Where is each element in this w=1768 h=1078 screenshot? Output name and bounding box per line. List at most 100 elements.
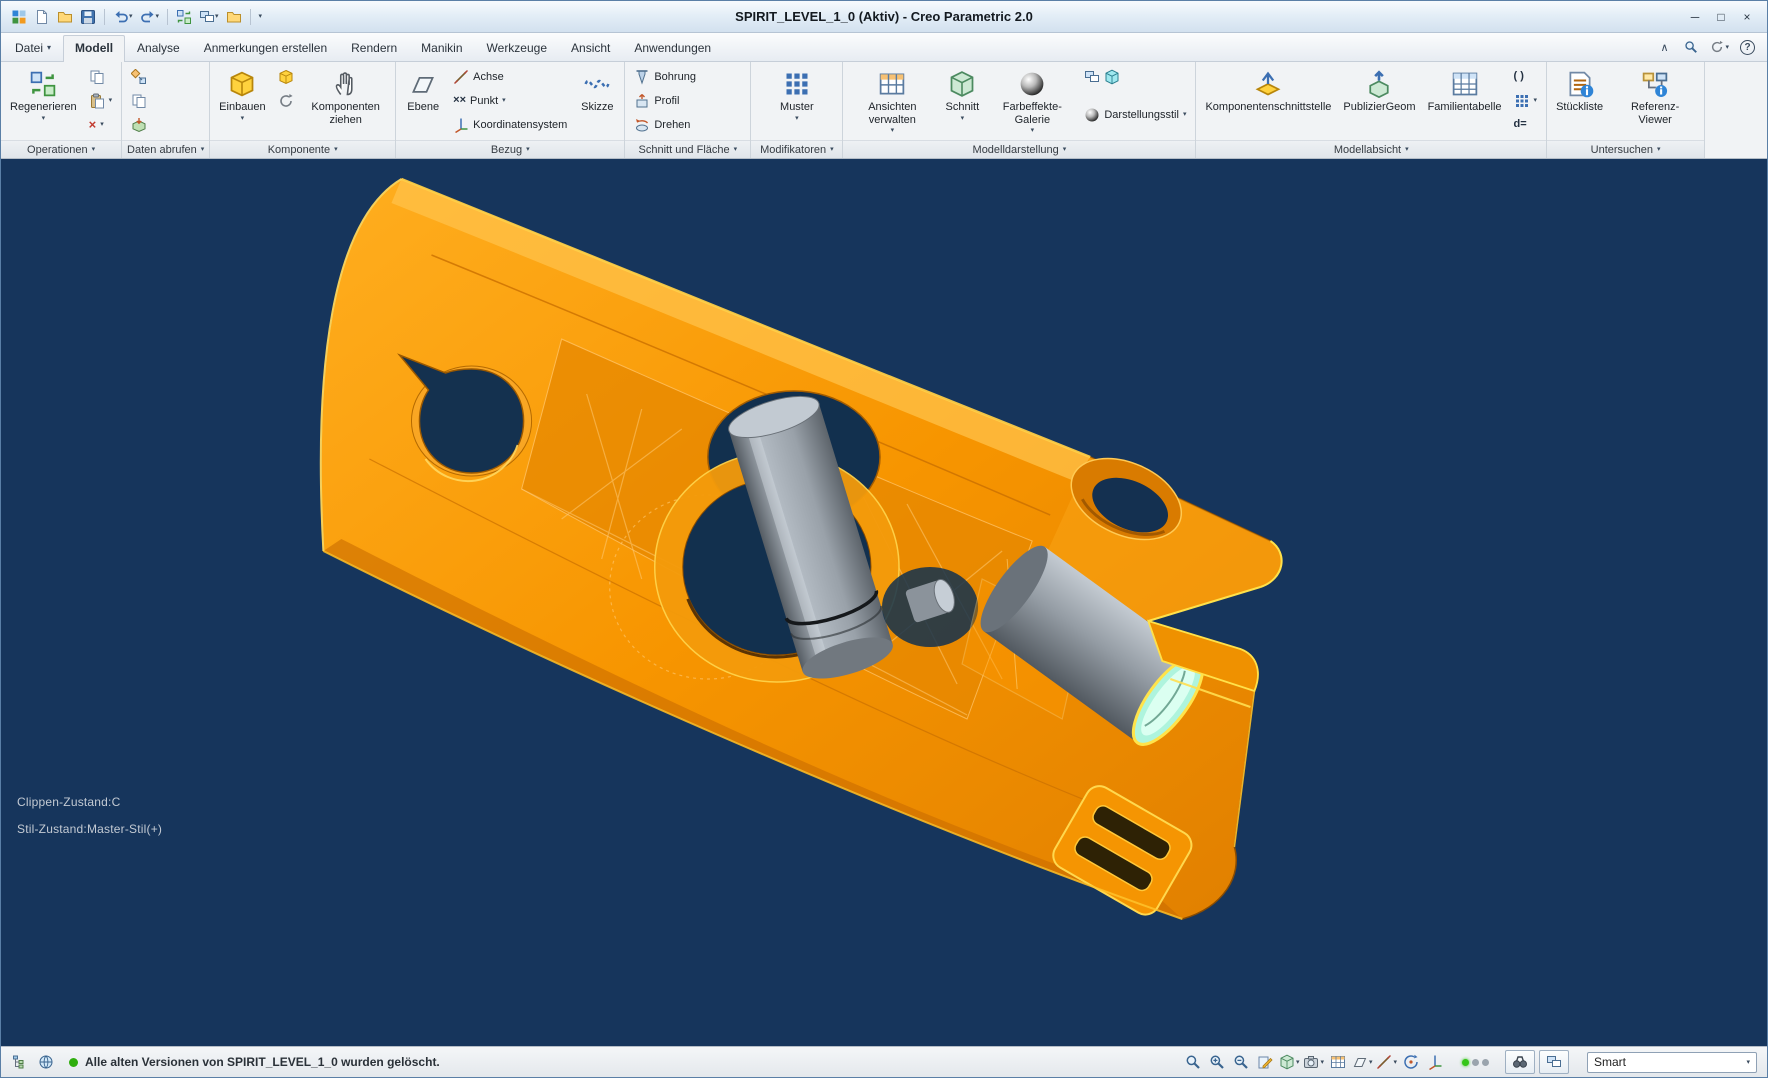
app-window: ▾ ▾ ▾ ▾ SPIRIT_LEVEL_1_0 (Aktiv) - Creo … xyxy=(0,0,1768,1078)
browser-toggle-button[interactable] xyxy=(35,1051,57,1073)
close-button[interactable]: × xyxy=(1735,7,1759,27)
dropdown-arrow-icon: ▾ xyxy=(1393,1058,1397,1066)
saved-orientations-button[interactable]: ▾ xyxy=(1302,1051,1325,1073)
undo-button[interactable]: ▾ xyxy=(111,7,135,27)
tab-analyse[interactable]: Analyse xyxy=(125,35,192,61)
publiziergeom-button[interactable]: PublizierGeom xyxy=(1338,65,1420,116)
relationen-button[interactable]: d= xyxy=(1509,113,1532,136)
group-footer-komponente[interactable]: Komponente ▾ xyxy=(210,140,396,158)
navigator-toggle-button[interactable] xyxy=(9,1051,31,1073)
achse-button[interactable]: Achse xyxy=(448,65,509,88)
bohrung-button[interactable]: Bohrung xyxy=(629,65,701,88)
create-component-icon xyxy=(278,69,294,85)
datum-display-button[interactable]: ▾ xyxy=(1351,1051,1374,1073)
parameter-button[interactable]: ( ) xyxy=(1509,65,1529,88)
user-feature-button[interactable] xyxy=(126,65,152,88)
group-footer-schnitt-und-flaeche[interactable]: Schnitt und Fläche ▾ xyxy=(625,140,751,158)
regenerate-quick-button[interactable] xyxy=(174,7,194,27)
stueckliste-button[interactable]: Stückliste xyxy=(1551,65,1608,116)
group-footer-modelldarstellung[interactable]: Modelldarstellung ▾ xyxy=(843,140,1196,158)
copy-geometry-button[interactable] xyxy=(126,89,152,112)
tab-manikin[interactable]: Manikin xyxy=(409,35,474,61)
window-select-button[interactable] xyxy=(1539,1050,1569,1074)
axis-display-button[interactable]: ▾ xyxy=(1375,1051,1398,1073)
schnitt-button[interactable]: Schnitt ▾ xyxy=(939,65,985,124)
redo-button[interactable]: ▾ xyxy=(138,7,162,27)
copy-icon xyxy=(89,69,105,85)
switch-symbols-button[interactable]: ▾ xyxy=(1509,89,1543,112)
zoom-in-button[interactable] xyxy=(1206,1051,1228,1073)
close-window-button[interactable] xyxy=(224,7,244,27)
refit-button[interactable] xyxy=(1182,1051,1204,1073)
refresh-circle-icon xyxy=(1710,40,1724,54)
koordinatensystem-button[interactable]: Koordinatensystem xyxy=(448,113,572,136)
hole-icon xyxy=(634,69,650,85)
tab-modell[interactable]: Modell xyxy=(63,35,126,62)
find-button[interactable] xyxy=(1505,1050,1535,1074)
paste-button[interactable]: ▾ xyxy=(84,89,118,112)
tab-werkzeuge[interactable]: Werkzeuge xyxy=(475,35,559,61)
darstellungsstil-button[interactable]: Darstellungsstil ▾ xyxy=(1079,103,1191,126)
delete-button[interactable]: × ▾ xyxy=(84,113,109,136)
farbeffekte-galerie-button[interactable]: Farbeffekte-Galerie ▾ xyxy=(987,65,1077,136)
family-table-icon xyxy=(1451,68,1479,100)
shrinkwrap-button[interactable] xyxy=(126,113,152,136)
drehen-button[interactable]: Drehen xyxy=(629,113,695,136)
selection-filter-dropdown[interactable]: Smart ▾ xyxy=(1587,1051,1757,1073)
collapse-ribbon-button[interactable]: ∧ xyxy=(1656,39,1672,55)
spin-center-button[interactable] xyxy=(1400,1051,1422,1073)
ribbon-group-modelldarstellung: Ansichten verwalten ▾ Schnitt ▾ Farbeffe… xyxy=(843,62,1197,158)
profil-button[interactable]: Profil xyxy=(629,89,684,112)
einbauen-button[interactable]: Einbauen ▾ xyxy=(214,65,271,124)
style-cube-icon xyxy=(1104,65,1120,89)
view-manager-button[interactable] xyxy=(1327,1051,1349,1073)
komponentenschnittstelle-button[interactable]: Komponentenschnittstelle xyxy=(1200,65,1336,116)
punkt-button[interactable]: ×× Punkt ▾ xyxy=(448,89,511,112)
dropdown-arrow-icon: ▾ xyxy=(733,146,738,153)
group-footer-operationen[interactable]: Operationen ▾ xyxy=(1,140,122,158)
display-style-icon xyxy=(1279,1054,1295,1070)
display-columns-button[interactable] xyxy=(1079,65,1125,88)
customize-qat-button[interactable]: ▾ xyxy=(257,7,265,27)
skizze-button[interactable]: Skizze xyxy=(574,65,620,116)
search-button[interactable] xyxy=(1683,39,1699,55)
referenz-viewer-button[interactable]: Referenz-Viewer xyxy=(1610,65,1700,128)
new-file-button[interactable] xyxy=(32,7,52,27)
group-footer-modellabsicht[interactable]: Modellabsicht ▾ xyxy=(1196,140,1547,158)
zoom-out-button[interactable] xyxy=(1230,1051,1252,1073)
app-icon[interactable] xyxy=(9,7,29,27)
minimize-button[interactable]: ─ xyxy=(1683,7,1707,27)
model-tree-icon xyxy=(12,1054,28,1070)
group-footer-daten-abrufen[interactable]: Daten abrufen ▾ xyxy=(122,140,210,158)
csys-display-button[interactable] xyxy=(1424,1051,1446,1073)
regenerieren-button[interactable]: Regenerieren ▾ xyxy=(5,65,82,124)
group-footer-untersuchen[interactable]: Untersuchen ▾ xyxy=(1547,140,1705,158)
save-button[interactable] xyxy=(78,7,98,27)
repaint-button[interactable] xyxy=(1254,1051,1276,1073)
command-options-button[interactable]: ▾ xyxy=(1710,39,1729,55)
tab-anmerkungen-erstellen[interactable]: Anmerkungen erstellen xyxy=(192,35,339,61)
quick-access-toolbar: ▾ ▾ ▾ ▾ xyxy=(9,7,264,27)
open-file-button[interactable] xyxy=(55,7,75,27)
group-footer-bezug[interactable]: Bezug ▾ xyxy=(396,140,625,158)
restore-button[interactable]: □ xyxy=(1709,7,1733,27)
ebene-button[interactable]: Ebene xyxy=(400,65,446,116)
tab-ansicht[interactable]: Ansicht xyxy=(559,35,622,61)
copy-button[interactable] xyxy=(84,65,110,88)
group-footer-modifikatoren[interactable]: Modifikatoren ▾ xyxy=(751,140,843,158)
ansichten-verwalten-button[interactable]: Ansichten verwalten ▾ xyxy=(847,65,937,136)
komponenten-ziehen-button[interactable]: Komponenten ziehen xyxy=(301,65,391,128)
help-button[interactable]: ? xyxy=(1740,39,1755,55)
display-style-button[interactable]: ▾ xyxy=(1278,1051,1301,1073)
familientabelle-button[interactable]: Familientabelle xyxy=(1423,65,1507,116)
graphics-area[interactable]: Clippen-Zustand:C Stil-Zustand:Master-St… xyxy=(1,159,1767,1046)
package-move-button[interactable] xyxy=(273,89,299,112)
3d-model-canvas[interactable] xyxy=(1,159,1767,1046)
tab-anwendungen[interactable]: Anwendungen xyxy=(622,35,723,61)
window-arrange-button[interactable]: ▾ xyxy=(197,7,221,27)
titlebar: ▾ ▾ ▾ ▾ SPIRIT_LEVEL_1_0 (Aktiv) - Creo … xyxy=(1,1,1767,33)
muster-button[interactable]: Muster ▾ xyxy=(774,65,820,124)
create-component-button[interactable] xyxy=(273,65,299,88)
tab-datei[interactable]: Datei ▾ xyxy=(3,35,63,61)
tab-rendern[interactable]: Rendern xyxy=(339,35,409,61)
